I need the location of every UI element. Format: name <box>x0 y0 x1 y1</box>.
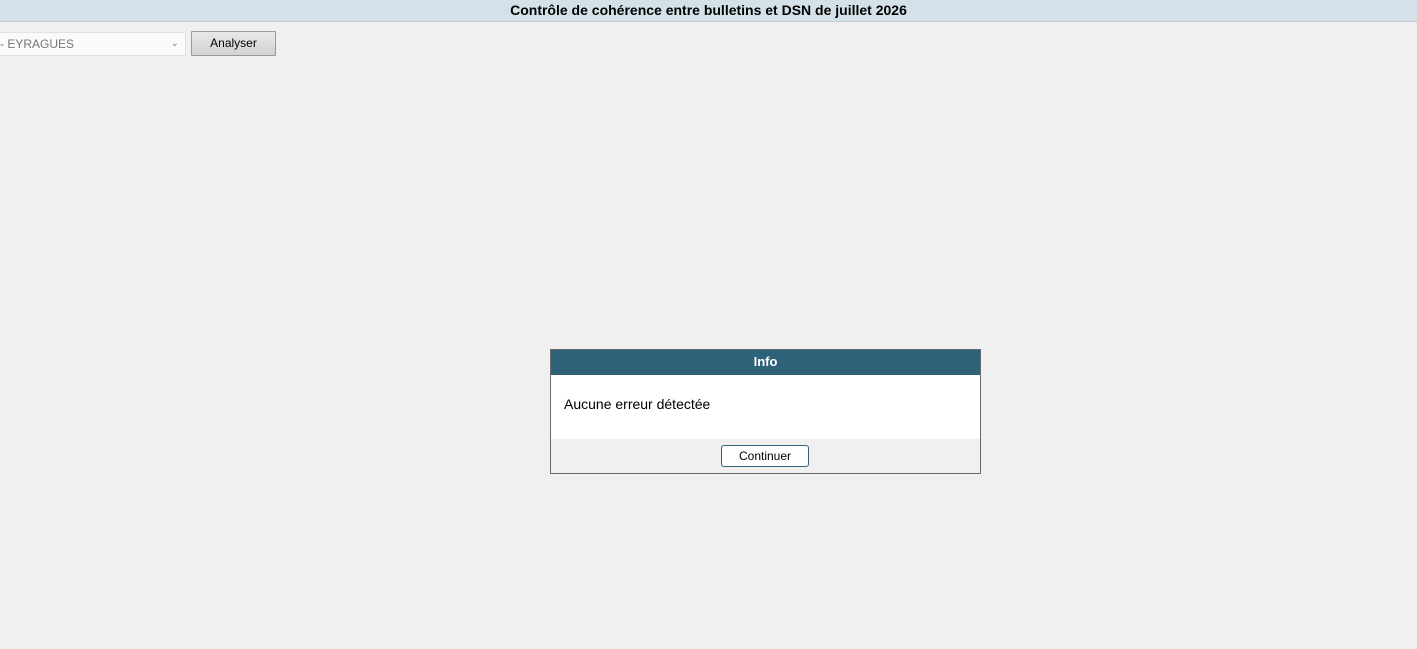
analyser-button[interactable]: Analyser <box>191 31 276 56</box>
window-title: Contrôle de cohérence entre bulletins et… <box>0 0 1417 22</box>
dialog-title: Info <box>551 350 980 375</box>
continue-button[interactable]: Continuer <box>721 445 809 467</box>
site-select-value: - EYRAGUES <box>0 37 75 51</box>
dialog-message: Aucune erreur détectée <box>551 375 980 439</box>
info-dialog: Info Aucune erreur détectée Continuer <box>550 349 981 474</box>
chevron-down-icon: ⌄ <box>170 38 179 49</box>
site-select[interactable]: - EYRAGUES ⌄ <box>0 32 186 56</box>
dialog-footer: Continuer <box>551 439 980 473</box>
